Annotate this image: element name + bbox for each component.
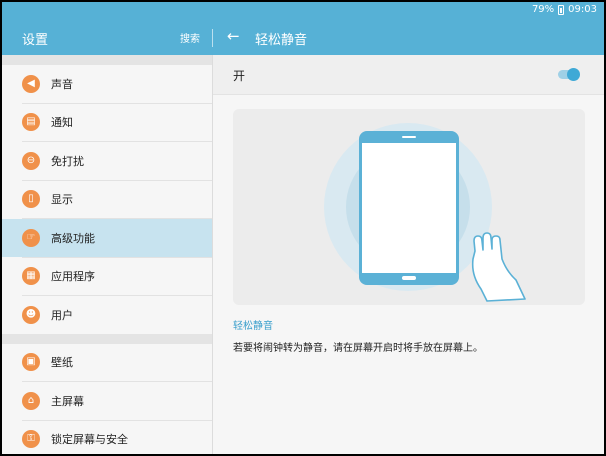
sidebar-item[interactable]: ▯ 显示 [2,181,212,219]
sidebar-item-label: 锁定屏幕与安全 [51,433,128,447]
back-arrow-icon[interactable]: ← [227,27,243,45]
sidebar-item-label: 显示 [51,193,73,207]
app-bar: 设置 搜索 ← 轻松静音 [2,19,604,55]
detail-pane: 开 轻松静音 若要将闹钟转为静音，请在屏幕开启时将手放在屏幕上。 [213,55,604,454]
feature-title: 轻松静音 [233,321,273,332]
notification-icon: ▤ [22,113,40,132]
sidebar-item-label: 声音 [51,77,73,91]
switch-knob[interactable] [567,67,580,81]
status-bar: 79% 09:03 [2,2,604,19]
sidebar-item[interactable]: ⚿ 锁定屏幕与安全 [2,421,212,455]
search-button[interactable]: 搜索 [180,30,200,45]
status-right: 79% 09:03 [532,4,597,15]
tablet-home-button [402,276,416,280]
sidebar-group-gap [2,55,212,65]
sidebar-item[interactable]: ☻ 用户 [2,296,212,334]
apps-icon: ▦ [22,267,40,286]
clock: 09:03 [568,4,597,15]
sidebar-item[interactable]: ⊖ 免打扰 [2,142,212,180]
feature-illustration [233,109,585,305]
hand-icon [471,232,526,302]
users-icon: ☻ [22,305,40,324]
sidebar-item-label: 主屏幕 [51,394,84,408]
lock-icon: ⚿ [22,430,40,449]
sidebar-item[interactable]: ☞ 高级功能 [2,219,212,257]
settings-title: 设置 [22,33,49,48]
sidebar-item-label: 免打扰 [51,154,84,168]
page-title: 轻松静音 [255,33,308,48]
feature-description: 若要将闹钟转为静音，请在屏幕开启时将手放在屏幕上。 [233,343,483,354]
settings-sidebar: ◀ 声音 ▤ 通知 ⊖ 免打扰 ▯ 显示 ☞ 高级功能 ▦ 应用程序 ☻ 用户 ▣ 壁纸 ⌂ 主屏幕 ⚿ 锁定屏幕与安… [2,55,213,454]
sidebar-item-label: 高级功能 [51,231,95,245]
sidebar-item-label: 通知 [51,116,73,130]
appbar-divider [212,29,213,47]
tablet-screen [362,143,456,273]
sidebar-item[interactable]: ▣ 壁纸 [2,344,212,382]
home-icon: ⌂ [22,391,40,410]
advanced-features-icon: ☞ [22,228,40,247]
master-switch[interactable] [558,67,580,81]
display-icon: ▯ [22,190,40,209]
speaker-icon: ◀ [22,74,40,93]
sidebar-item[interactable]: ◀ 声音 [2,65,212,103]
sidebar-item-label: 应用程序 [51,270,95,284]
battery-icon [558,4,565,15]
sidebar-item[interactable]: ▤ 通知 [2,104,212,142]
sidebar-item-label: 用户 [51,308,73,322]
battery-percent: 79% [531,4,555,15]
sidebar-item[interactable]: ▦ 应用程序 [2,258,212,296]
master-toggle-row[interactable]: 开 [213,55,604,95]
tablet-speaker [402,136,416,138]
tablet-hand-illustration [324,123,526,302]
wallpaper-icon: ▣ [22,353,40,372]
do-not-disturb-icon: ⊖ [22,151,40,170]
sidebar-group-gap [2,333,212,344]
sidebar-item-label: 壁纸 [51,356,73,370]
screen: 79% 09:03 设置 搜索 ← 轻松静音 ◀ 声音 ▤ 通知 ⊖ 免打扰 ▯ 显示 ☞ 高级功… [2,2,604,454]
toggle-label: 开 [233,69,246,83]
sidebar-item[interactable]: ⌂ 主屏幕 [2,382,212,420]
